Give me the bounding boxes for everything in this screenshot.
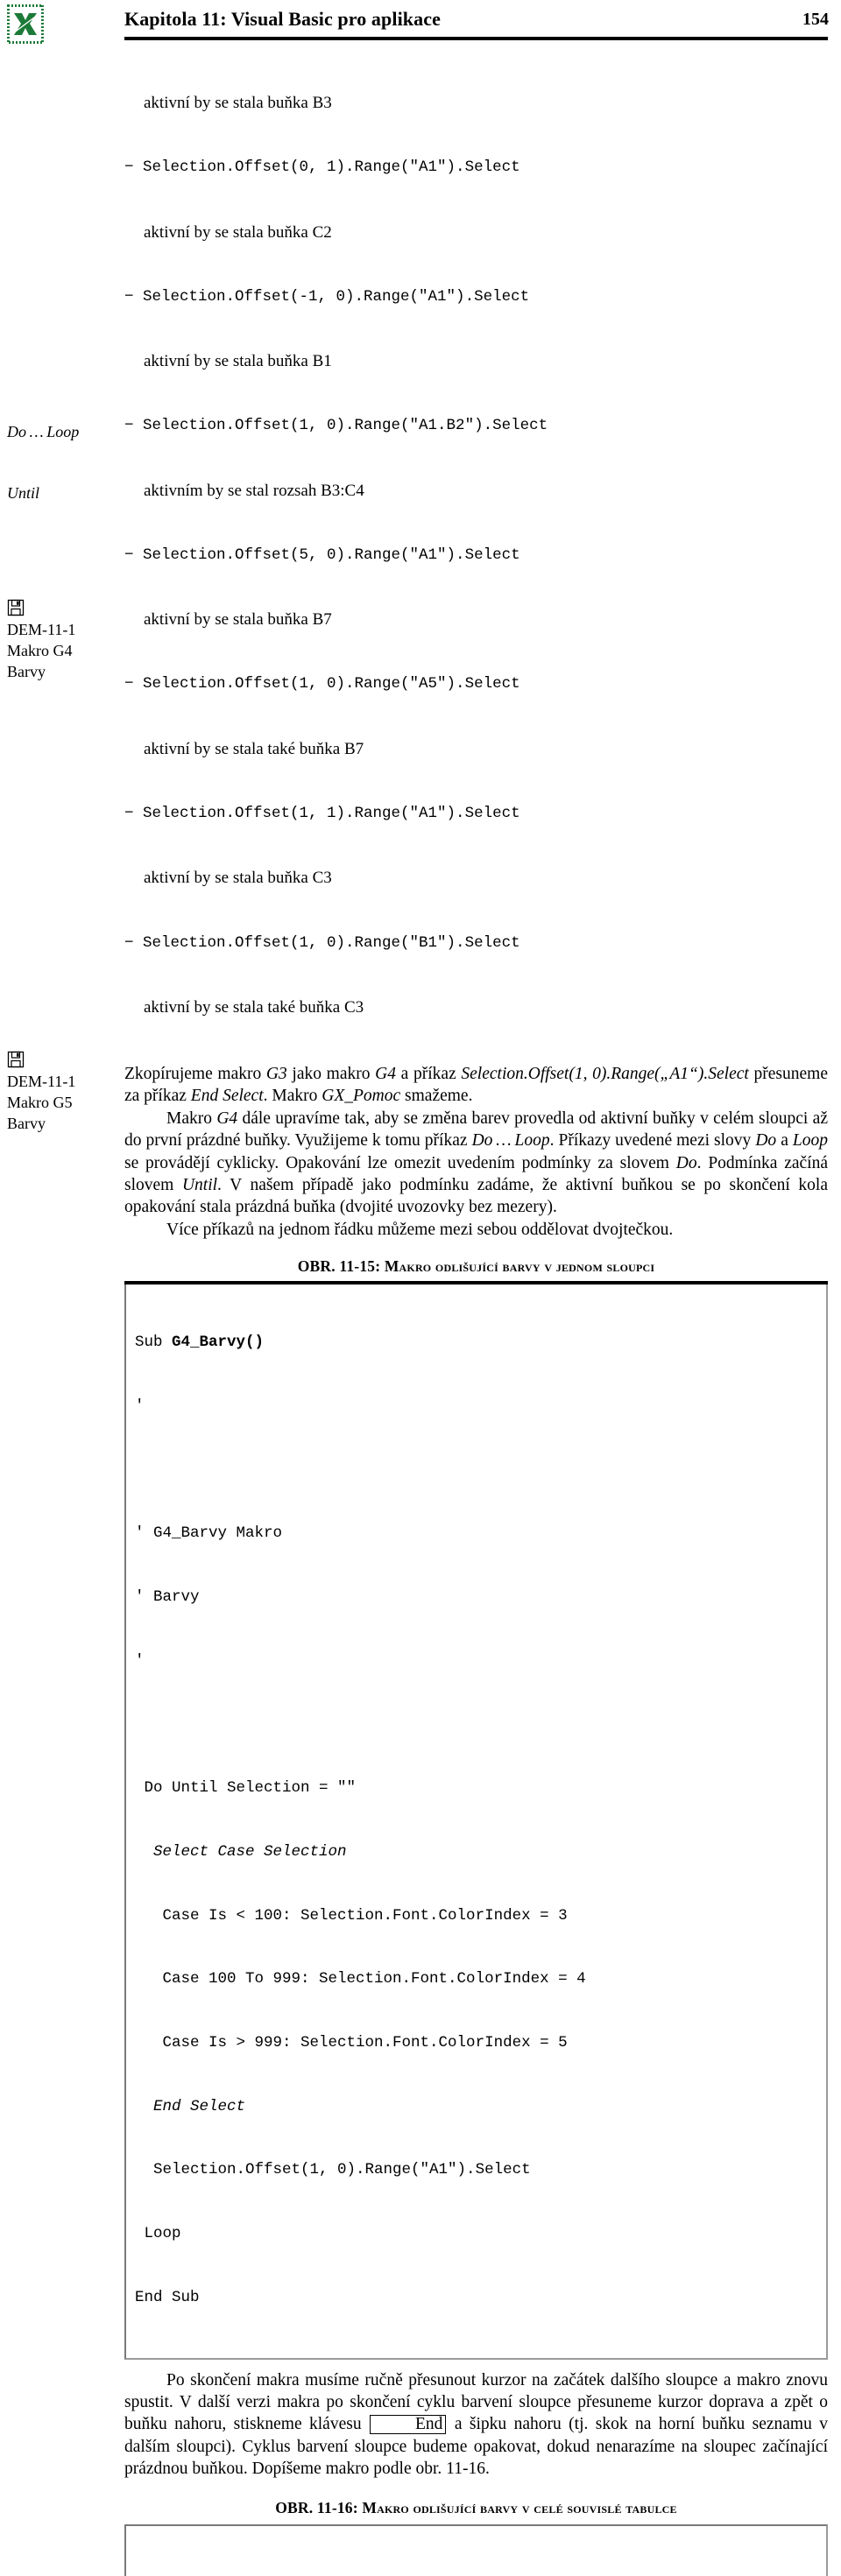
code-line: ' G4_Barvy Makro <box>135 1523 819 1544</box>
code-line: Case Is < 100: Selection.Font.ColorIndex… <box>135 1905 819 1926</box>
keyword-do: Do <box>676 1154 697 1172</box>
text-fragment: . Příkazy uvedené mezi slovy <box>550 1131 756 1150</box>
margin-note-text: DEM-11-1 <box>7 1072 119 1093</box>
content-column: aktivní by se stala buňka B3 − Selection… <box>124 49 828 2576</box>
code-line: Case 100 To 999: Selection.Font.ColorInd… <box>135 1968 819 1989</box>
macro-name-g3: G3 <box>266 1065 287 1083</box>
listing-code-line: − Selection.Offset(1, 0).Range("A1.B2").… <box>124 415 828 437</box>
floppy-disk-icon <box>7 599 25 616</box>
keyword-do-loop: Do … Loop <box>472 1131 550 1150</box>
listing-description: aktivní by se stala také buňka B7 <box>124 738 828 760</box>
margin-note-text: Makro G4 <box>7 641 119 662</box>
code-line: Sub G4_Barvy() <box>135 1332 819 1353</box>
listing-description: aktivní by se stala také buňka C3 <box>124 996 828 1018</box>
listing-code-line: − Selection.Offset(0, 1).Range("A1").Sel… <box>124 157 828 179</box>
listing-description: aktivní by se stala buňka B7 <box>124 609 828 630</box>
code-line: Selection.Offset(1, 0).Range("A1").Selec… <box>135 2159 819 2180</box>
text-fragment: jako makro <box>287 1065 375 1083</box>
listing-description: aktivní by se stala buňka B3 <box>124 92 828 114</box>
margin-note-text: Makro G5 <box>7 1093 119 1114</box>
margin-note-dem-g5: DEM-11-1 Makro G5 Barvy <box>7 1051 119 1134</box>
keyword-do: Do <box>755 1131 776 1150</box>
margin-note-text: DEM-11-1 <box>7 620 119 641</box>
margin-note-text: Barvy <box>7 662 119 683</box>
keycap-end: End <box>370 2415 446 2434</box>
code-ref-select: Selection.Offset(1, 0).Range(„A1“).Selec… <box>461 1065 748 1083</box>
text-fragment: . V našem případě jako podmínku zadáme, … <box>124 1176 828 1216</box>
header-divider <box>124 37 828 40</box>
text-fragment: Makro <box>166 1109 216 1128</box>
code-line: ' <box>135 1396 819 1417</box>
text-fragment: smažeme. <box>400 1087 472 1105</box>
paragraph-copy-macro: Zkopírujeme makro G3 jako makro G4 a pří… <box>124 1063 828 1108</box>
macro-name-g4: G4 <box>375 1065 396 1083</box>
code-line: Case Is > 999: Selection.Font.ColorIndex… <box>135 2032 819 2053</box>
margin-note-text: Do … Loop <box>7 422 119 443</box>
code-line: Select Case Selection <box>135 1841 819 1862</box>
code-listing-g5-barvy: Sub G5_Barvy() ' ' G5_Barvy Makro ' Barv… <box>124 2524 828 2576</box>
text-fragment: Zkopírujeme makro <box>124 1065 266 1083</box>
listing-description: aktivní by se stala buňka C3 <box>124 867 828 889</box>
text-fragment: se provádějí cyklicky. Opakování lze ome… <box>124 1154 676 1172</box>
margin-note-do-loop: Do … Loop <box>7 422 119 443</box>
margin-note-text: Until <box>7 483 119 504</box>
figure-caption-prefix: OBR. 11-16: <box>275 2499 362 2516</box>
document-page: Kapitola 11: Visual Basic pro aplikace 1… <box>0 0 841 1288</box>
excel-logo-icon <box>7 4 44 44</box>
text-fragment: a příkaz <box>396 1065 461 1083</box>
figure-caption-11-16: OBR. 11-16: Makro odlišující barvy v cel… <box>124 2499 828 2517</box>
margin-note-until: Until <box>7 483 119 504</box>
code-line: End Select <box>135 2096 819 2117</box>
code-line: ' Barvy <box>135 1587 819 1608</box>
listing-description: aktivní by se stala buňka C2 <box>124 222 828 243</box>
paragraph-colon-separator: Více příkazů na jednom řádku můžeme mezi… <box>124 1219 828 1241</box>
listing-code-line: − Selection.Offset(1, 0).Range("A5").Sel… <box>124 673 828 695</box>
macro-name-g4: G4 <box>216 1109 237 1128</box>
code-listing-g4-barvy: Sub G4_Barvy() ' ' G4_Barvy Makro ' Barv… <box>124 1283 828 2360</box>
offset-examples-listing: aktivní by se stala buňka B3 − Selection… <box>124 49 828 1061</box>
listing-code-line: − Selection.Offset(1, 0).Range("B1").Sel… <box>124 933 828 954</box>
code-keyword-sub: Sub <box>135 1334 172 1351</box>
figure-caption-text: Makro odlišující barvy v celé souvislé t… <box>362 2499 676 2516</box>
listing-description: aktivním by se stal rozsah B3:C4 <box>124 480 828 502</box>
paragraph-do-loop-explanation: Makro G4 dále upravíme tak, aby se změna… <box>124 1108 828 1219</box>
margin-note-text: Barvy <box>7 1114 119 1135</box>
listing-code-line: − Selection.Offset(-1, 0).Range("A1").Se… <box>124 286 828 308</box>
code-line: Sub G5_Barvy() <box>135 2574 819 2576</box>
code-line <box>135 1460 819 1481</box>
code-line <box>135 1714 819 1735</box>
code-line: Do Until Selection = "" <box>135 1777 819 1798</box>
listing-code-line: − Selection.Offset(1, 1).Range("A1").Sel… <box>124 803 828 825</box>
text-fragment: a <box>776 1131 793 1150</box>
floppy-disk-icon <box>7 1051 25 1068</box>
macro-name-gx-pomoc: GX_Pomoc <box>322 1087 400 1105</box>
paragraph-after-macro: Po skončení makra musíme ručně přesunout… <box>124 2369 828 2481</box>
page-number: 154 <box>802 10 829 30</box>
code-procedure-name: G4_Barvy() <box>172 1334 264 1351</box>
margin-note-dem-g4: DEM-11-1 Makro G4 Barvy <box>7 599 119 682</box>
code-line: ' <box>135 1650 819 1672</box>
figure-caption-text: Makro odlišující barvy v jednom sloupci <box>385 1257 654 1275</box>
text-fragment: . Makro <box>264 1087 322 1105</box>
listing-code-line: − Selection.Offset(5, 0).Range("A1").Sel… <box>124 545 828 567</box>
code-line: End Sub <box>135 2287 819 2308</box>
page-title: Kapitola 11: Visual Basic pro aplikace <box>124 8 441 31</box>
keyword-loop: Loop <box>793 1131 828 1150</box>
keyword-until: Until <box>182 1176 217 1194</box>
page-header: Kapitola 11: Visual Basic pro aplikace 1… <box>0 0 841 51</box>
figure-caption-prefix: OBR. 11-15: <box>298 1257 385 1275</box>
code-ref-end-select: End Select <box>191 1087 264 1105</box>
figure-caption-11-15: OBR. 11-15: Makro odlišující barvy v jed… <box>124 1257 828 1276</box>
code-line: Loop <box>135 2223 819 2244</box>
listing-description: aktivní by se stala buňka B1 <box>124 350 828 372</box>
footer-divider <box>124 1281 828 1284</box>
